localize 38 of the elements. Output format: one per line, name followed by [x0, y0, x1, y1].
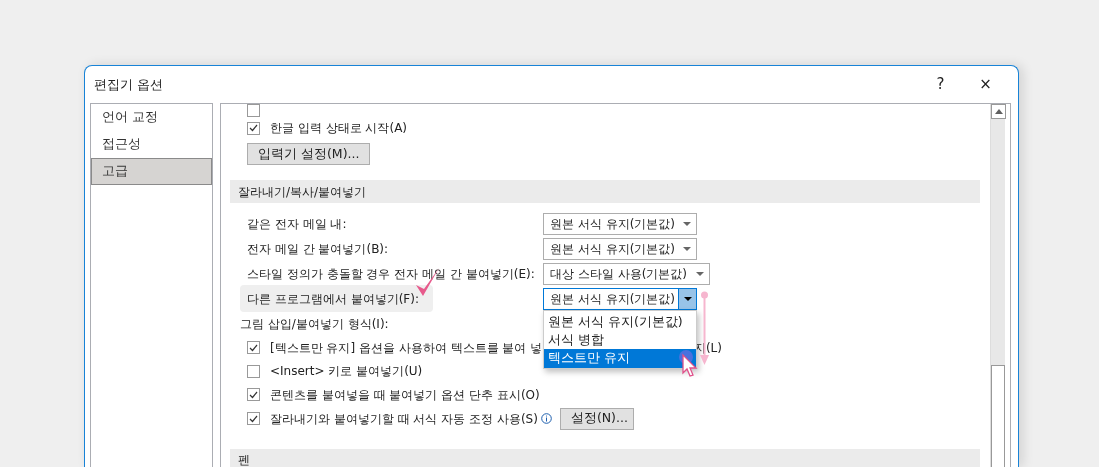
checkbox-label: <Insert> 키로 붙여넣기(U) — [270, 363, 423, 381]
setup-button[interactable]: 입력기 설정(M)... — [247, 143, 371, 165]
settings-button[interactable]: 설정(N)... — [559, 407, 634, 430]
dropdown-arrow-icon — [683, 246, 691, 251]
checkbox-label: [텍스트만 유지] 옵션을 사용하여 텍스트를 붙여 넣 — [270, 339, 543, 357]
scrollbar[interactable] — [990, 104, 1005, 467]
dropdown-arrow-icon — [683, 221, 691, 226]
group-label: 그림 삽입/붙여넣기 형식(I): — [240, 315, 389, 333]
help-button[interactable]: ? — [918, 73, 963, 96]
checkbox[interactable] — [247, 341, 260, 355]
field-label: 같은 전자 메일 내: — [247, 216, 347, 231]
field-label: 스타일 정의가 충돌할 경우 전자 메일 간 붙여넣기(E): — [247, 266, 535, 281]
field-label: 다른 프로그램에서 붙여넣기(F): — [240, 285, 433, 312]
sidebar-item[interactable]: 언어 교정 — [91, 104, 212, 131]
dropdown-field[interactable]: 대상 스타일 사용(기본값) — [543, 262, 710, 285]
triangle-up-icon — [994, 109, 1003, 114]
sidebar-item[interactable]: 접근성 — [91, 131, 212, 158]
window-title: 편집기 옵션 — [94, 75, 165, 94]
dropdown-option[interactable]: 원본 서식 유지(기본값) — [544, 312, 696, 331]
close-button[interactable]: × — [963, 73, 1008, 96]
checkbox[interactable] — [247, 388, 260, 402]
dropdown-field[interactable]: 원본 서식 유지(기본값) — [543, 237, 697, 260]
scroll-up-button[interactable] — [991, 104, 1006, 119]
checkbox[interactable] — [247, 121, 260, 135]
section-header: 펜 — [230, 448, 980, 467]
field-label: 전자 메일 간 붙여넣기(B): — [247, 241, 389, 256]
checkbox[interactable] — [247, 412, 260, 425]
dropdown-arrow-icon — [696, 271, 704, 276]
scroll-thumb[interactable] — [991, 365, 1005, 467]
section-header: 잘라내기/복사/붙여넣기 — [230, 180, 980, 203]
checkbox[interactable] — [247, 104, 260, 117]
checkbox-label: 잘라내기와 붙여넣기할 때 서식 자동 조정 사용(S) — [270, 410, 538, 428]
dropdown-field[interactable]: 원본 서식 유지(기본값) — [543, 212, 697, 235]
checkbox-label: 한글 입력 상태로 시작(A) — [270, 120, 407, 137]
checkbox[interactable] — [247, 364, 260, 378]
sidebar-item[interactable]: 고급 — [91, 158, 212, 185]
checkbox-label: 콘텐츠를 붙여넣을 때 붙여넣기 옵션 단추 표시(O) — [270, 386, 540, 404]
dropdown-arrow-icon — [683, 296, 692, 301]
